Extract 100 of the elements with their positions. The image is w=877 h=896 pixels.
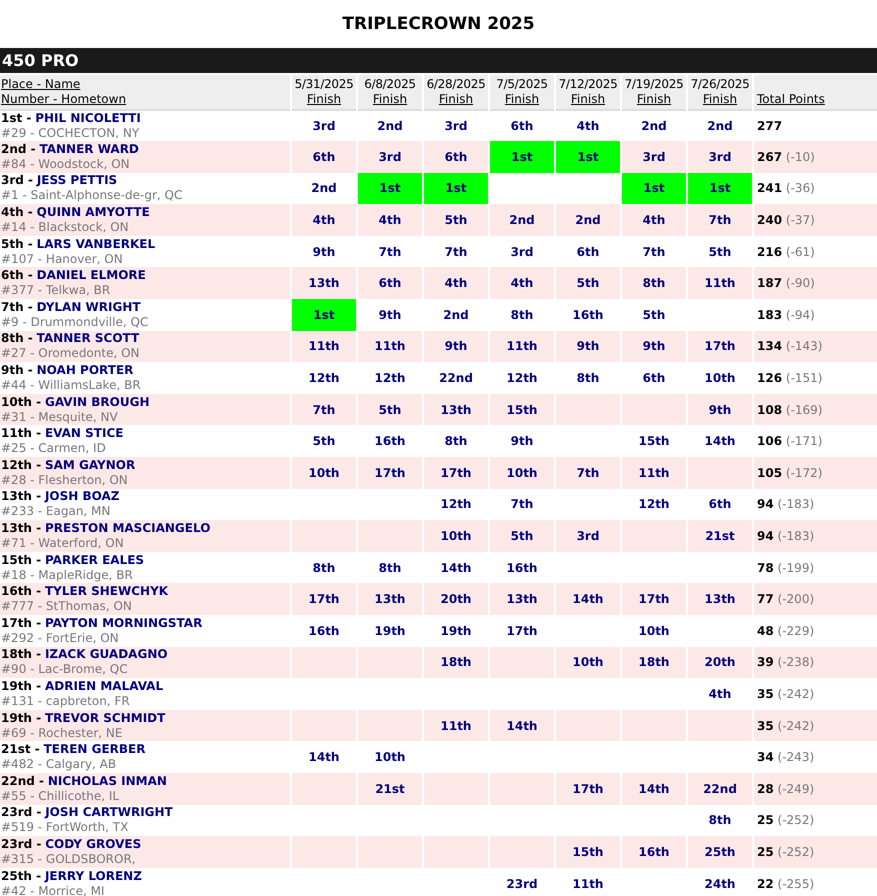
- rider-number-hometown: #84 - Woodstock, ON: [1, 156, 131, 172]
- rider-number-hometown: #90 - Lac-Brome, QC: [1, 662, 129, 678]
- total-points: 35: [757, 686, 774, 701]
- rider-name-link[interactable]: JESS PETTIS: [36, 173, 118, 188]
- total-points: 105: [757, 466, 782, 480]
- place-text: 4th -: [1, 205, 33, 220]
- rider-name-link[interactable]: NOAH PORTER: [36, 363, 134, 378]
- class-header-bar: 450 PRO: [0, 48, 877, 72]
- rider-name-link[interactable]: DANIEL ELMORE: [36, 268, 146, 282]
- place-text: 19th -: [1, 678, 42, 693]
- total-points: 78: [757, 560, 774, 575]
- place-text: 25th -: [1, 868, 42, 883]
- points-behind: (-90): [786, 276, 815, 290]
- place-text: 21st -: [1, 742, 40, 756]
- rider-name-link[interactable]: JERRY LORENZ: [44, 868, 142, 883]
- total-points: 94: [757, 497, 774, 512]
- rider-name-link[interactable]: IZACK GUADAGNO: [44, 647, 168, 662]
- rider-name-link[interactable]: TEREN GERBER: [44, 742, 146, 756]
- rider-name-link[interactable]: PAYTON MORNINGSTAR: [44, 616, 202, 630]
- total-points: 77: [757, 592, 774, 606]
- total-points: 48: [757, 624, 774, 638]
- total-points: 28: [757, 782, 774, 796]
- event-date: 7/26/2025: [690, 76, 750, 90]
- rider-name-link[interactable]: EVAN STICE: [44, 426, 124, 440]
- rider-number-hometown: #14 - Blackstock, ON: [1, 220, 130, 236]
- rider-number-hometown: #777 - StThomas, ON: [1, 599, 133, 614]
- total-points: 106: [757, 434, 782, 448]
- rider-number-hometown: #482 - Calgary, AB: [1, 757, 118, 772]
- place-text: 13th -: [1, 521, 42, 536]
- rider-name-link[interactable]: GAVIN BROUGH: [44, 394, 150, 409]
- rider-name-link[interactable]: JOSH BOAZ: [44, 489, 120, 504]
- rider-name-link[interactable]: TANNER WARD: [39, 142, 139, 156]
- place-text: 5th -: [1, 236, 33, 251]
- rider-number-hometown: #27 - Oromedonte, ON: [1, 346, 141, 362]
- rider-name-link[interactable]: TREVOR SCHMIDT: [44, 710, 166, 725]
- place-text: 10th -: [1, 394, 42, 409]
- finish-header-link[interactable]: Finish: [570, 92, 606, 106]
- rider-name-link[interactable]: QUINN AMYOTTE: [36, 205, 150, 220]
- points-behind: (-94): [786, 308, 815, 322]
- rider-number-hometown: #377 - Telkwa, BR: [1, 283, 112, 298]
- page-title: TRIPLECROWN 2025: [341, 13, 536, 36]
- total-points: 126: [757, 371, 782, 386]
- rider-name-link[interactable]: PARKER EALES: [44, 552, 144, 567]
- total-points: 216: [757, 244, 782, 259]
- finish-cell: 1st: [687, 172, 753, 204]
- points-behind: (-249): [778, 782, 814, 796]
- rider-number-hometown: #29 - COCHECTON, NY: [1, 126, 140, 141]
- points-behind: (-200): [778, 592, 814, 606]
- total-points: 187: [757, 276, 782, 290]
- rider-number-hometown: #42 - Morrice, MI: [1, 884, 106, 896]
- rider-name-link[interactable]: JOSH CARTWRIGHT: [45, 805, 173, 820]
- total-points: 34: [757, 750, 774, 764]
- finish-header-link[interactable]: Finish: [438, 92, 474, 106]
- points-behind: (-252): [778, 813, 814, 828]
- place-text: 11th -: [1, 426, 42, 440]
- finish-header-link[interactable]: Finish: [702, 92, 738, 106]
- finish-header-link[interactable]: Finish: [504, 92, 540, 106]
- total-points: 267: [757, 150, 782, 164]
- finish-cell: 1st: [357, 172, 423, 204]
- total-points-header-link[interactable]: Total Points: [757, 92, 825, 106]
- rider-number-hometown: #31 - Mesquite, NV: [1, 410, 119, 425]
- rider-name-link[interactable]: TANNER SCOTT: [36, 331, 140, 346]
- place-text: 23rd -: [1, 805, 42, 820]
- rider-name-link[interactable]: TYLER SHEWCHYK: [44, 584, 168, 598]
- points-behind: (-10): [786, 150, 815, 164]
- rider-name-link[interactable]: NICHOLAS INMAN: [48, 774, 167, 788]
- place-text: 8th -: [1, 331, 33, 346]
- place-text: 2nd -: [1, 142, 36, 156]
- place-text: 19th -: [1, 710, 42, 725]
- place-text: 9th -: [1, 363, 33, 378]
- rider-number-hometown: #9 - Drummondville, QC: [1, 314, 150, 330]
- rider-name-link[interactable]: PHIL NICOLETTI: [35, 110, 141, 125]
- finish-header-link[interactable]: Finish: [306, 92, 342, 106]
- rider-number-hometown: #1 - Saint-Alphonse-de-gr, QC: [1, 188, 184, 204]
- place-text: 12th -: [1, 458, 42, 472]
- points-behind: (-238): [778, 655, 814, 670]
- hometown-header-link[interactable]: Number - Hometown: [1, 92, 126, 106]
- points-behind: (-229): [778, 624, 814, 638]
- rider-name-link[interactable]: PRESTON MASCIANGELO: [44, 521, 210, 536]
- total-points: 94: [757, 529, 774, 544]
- points-behind: (-252): [778, 844, 814, 859]
- rider-name-link[interactable]: LARS VANBERKEL: [36, 236, 156, 251]
- event-date: 5/31/2025: [294, 76, 354, 90]
- rider-name-link[interactable]: CODY GROVES: [45, 836, 142, 851]
- points-behind: (-243): [778, 750, 814, 764]
- rider-number-hometown: #69 - Rochester, NE: [1, 726, 124, 741]
- total-points: 183: [757, 308, 782, 322]
- total-points: 25: [757, 813, 774, 828]
- points-behind: (-242): [778, 718, 814, 733]
- rider-name-link[interactable]: DYLAN WRIGHT: [36, 300, 141, 314]
- place-text: 7th -: [1, 300, 33, 314]
- place-name-header-link[interactable]: Place - Name: [1, 76, 80, 90]
- rider-name-link[interactable]: ADRIEN MALAVAL: [44, 678, 164, 693]
- points-behind: (-255): [778, 876, 814, 891]
- rider-name-link[interactable]: SAM GAYNOR: [44, 458, 136, 472]
- total-points: 277: [757, 118, 782, 133]
- total-points: 134: [757, 339, 782, 354]
- finish-header-link[interactable]: Finish: [372, 92, 408, 106]
- finish-header-link[interactable]: Finish: [636, 92, 672, 106]
- rider-number-hometown: #71 - Waterford, ON: [1, 536, 125, 552]
